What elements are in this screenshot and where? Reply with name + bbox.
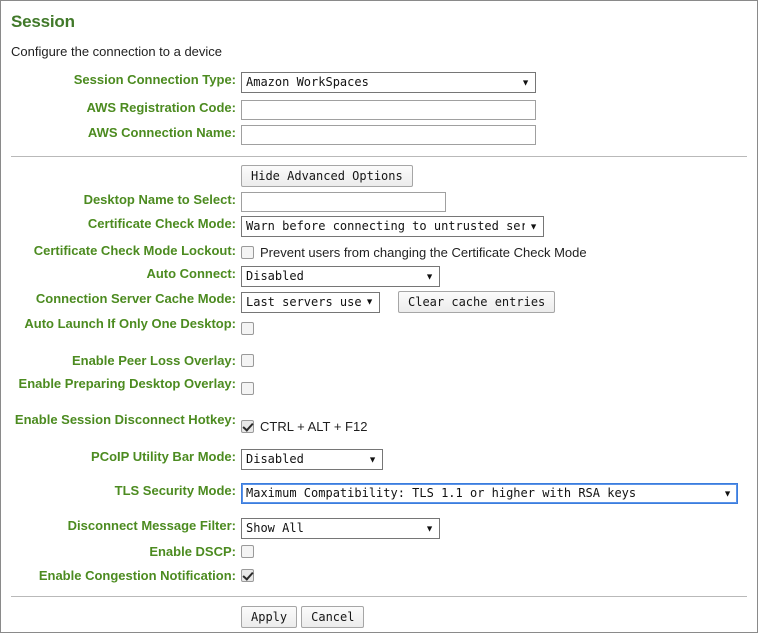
session-disconnect-hotkey-text: CTRL + ALT + F12 xyxy=(260,419,368,434)
auto-connect-wrap: Disabled ▼ xyxy=(241,266,440,287)
label-auto-connect: Auto Connect: xyxy=(146,266,236,281)
row-advanced-toggle: Hide Advanced Options xyxy=(1,165,757,187)
row-enable-dscp: Enable DSCP: xyxy=(1,544,757,559)
label-pcoip-utility-bar-mode: PCoIP Utility Bar Mode: xyxy=(91,449,236,464)
page-title: Session xyxy=(11,12,75,31)
label-enable-congestion-notification: Enable Congestion Notification: xyxy=(38,568,236,583)
connection-server-cache-mode-select[interactable]: Last servers used xyxy=(241,291,380,313)
row-connection-server-cache-mode: Connection Server Cache Mode: Last serve… xyxy=(1,291,757,313)
clear-cache-entries-button[interactable]: Clear cache entries xyxy=(398,291,556,313)
certificate-check-mode-wrap: Warn before connecting to untrusted serv… xyxy=(241,216,544,237)
cancel-button[interactable]: Cancel xyxy=(301,606,365,628)
divider-top xyxy=(11,156,747,157)
label-preparing-desktop-overlay: Enable Preparing Desktop Overlay: xyxy=(18,376,236,391)
row-pcoip-utility-bar-mode: PCoIP Utility Bar Mode: Disabled ▼ xyxy=(1,449,757,470)
label-peer-loss-overlay: Enable Peer Loss Overlay: xyxy=(71,353,236,368)
session-connection-type-select[interactable]: Amazon WorkSpaces xyxy=(241,72,536,93)
auto-launch-checkbox[interactable] xyxy=(241,322,254,335)
label-aws-registration-code: AWS Registration Code: xyxy=(86,100,236,115)
label-connection-server-cache-mode: Connection Server Cache Mode: xyxy=(35,291,236,306)
row-certificate-check-mode-lockout: Certificate Check Mode Lockout: Prevent … xyxy=(1,243,757,260)
label-disconnect-message-filter: Disconnect Message Filter: xyxy=(67,518,236,533)
label-session-connection-type: Session Connection Type: xyxy=(73,72,236,87)
certificate-check-mode-lockout-checkbox[interactable] xyxy=(241,246,254,259)
cache-mode-wrap: Last servers used ▼ xyxy=(241,291,380,313)
row-peer-loss-overlay: Enable Peer Loss Overlay: xyxy=(1,353,757,368)
row-tls-security-mode: TLS Security Mode: Maximum Compatibility… xyxy=(1,483,757,504)
pcoip-utility-bar-mode-select[interactable]: Disabled xyxy=(241,449,383,470)
aws-registration-code-input[interactable] xyxy=(241,100,536,120)
session-connection-type-wrap: Amazon WorkSpaces ▼ xyxy=(241,72,536,93)
row-aws-registration-code: AWS Registration Code: xyxy=(1,100,757,120)
row-session-connection-type: Session Connection Type: Amazon WorkSpac… xyxy=(1,72,757,93)
label-enable-dscp: Enable DSCP: xyxy=(149,544,236,559)
row-preparing-desktop-overlay: Enable Preparing Desktop Overlay: xyxy=(1,376,757,395)
auto-connect-select[interactable]: Disabled xyxy=(241,266,440,287)
row-auto-launch: Auto Launch If Only One Desktop: xyxy=(1,316,757,335)
tls-security-mode-wrap: Maximum Compatibility: TLS 1.1 or higher… xyxy=(241,483,738,504)
label-tls-security-mode: TLS Security Mode: xyxy=(114,483,236,498)
label-aws-connection-name: AWS Connection Name: xyxy=(87,125,236,140)
label-desktop-name: Desktop Name to Select: xyxy=(83,192,236,207)
page-subtitle: Configure the connection to a device xyxy=(11,44,223,59)
aws-connection-name-input[interactable] xyxy=(241,125,536,145)
desktop-name-input[interactable] xyxy=(241,192,446,212)
tls-security-mode-select[interactable]: Maximum Compatibility: TLS 1.1 or higher… xyxy=(241,483,738,504)
row-disconnect-message-filter: Disconnect Message Filter: Show All ▼ xyxy=(1,518,757,539)
session-settings-page: Session Configure the connection to a de… xyxy=(0,0,758,633)
divider-bottom xyxy=(11,596,747,597)
row-certificate-check-mode: Certificate Check Mode: Warn before conn… xyxy=(1,216,757,237)
hide-advanced-options-button[interactable]: Hide Advanced Options xyxy=(241,165,413,187)
peer-loss-overlay-checkbox[interactable] xyxy=(241,354,254,367)
certificate-check-mode-lockout-text: Prevent users from changing the Certific… xyxy=(260,245,587,260)
apply-button[interactable]: Apply xyxy=(241,606,298,628)
row-auto-connect: Auto Connect: Disabled ▼ xyxy=(1,266,757,287)
label-certificate-check-mode: Certificate Check Mode: xyxy=(87,216,236,231)
enable-dscp-checkbox[interactable] xyxy=(241,545,254,558)
label-auto-launch: Auto Launch If Only One Desktop: xyxy=(24,316,236,331)
preparing-desktop-overlay-checkbox[interactable] xyxy=(241,382,254,395)
row-aws-connection-name: AWS Connection Name: xyxy=(1,125,757,145)
enable-congestion-notification-checkbox[interactable] xyxy=(241,569,254,582)
row-enable-congestion-notification: Enable Congestion Notification: xyxy=(1,568,757,583)
row-session-disconnect-hotkey: Enable Session Disconnect Hotkey: CTRL +… xyxy=(1,412,757,434)
label-session-disconnect-hotkey: Enable Session Disconnect Hotkey: xyxy=(14,412,236,427)
certificate-check-mode-select[interactable]: Warn before connecting to untrusted serv… xyxy=(241,216,544,237)
row-desktop-name: Desktop Name to Select: xyxy=(1,192,757,212)
pcoip-utility-bar-wrap: Disabled ▼ xyxy=(241,449,383,470)
disconnect-message-filter-wrap: Show All ▼ xyxy=(241,518,440,539)
label-certificate-check-mode-lockout: Certificate Check Mode Lockout: xyxy=(33,243,236,258)
session-disconnect-hotkey-checkbox[interactable] xyxy=(241,420,254,433)
row-footer-actions: Apply Cancel xyxy=(1,606,757,628)
disconnect-message-filter-select[interactable]: Show All xyxy=(241,518,440,539)
